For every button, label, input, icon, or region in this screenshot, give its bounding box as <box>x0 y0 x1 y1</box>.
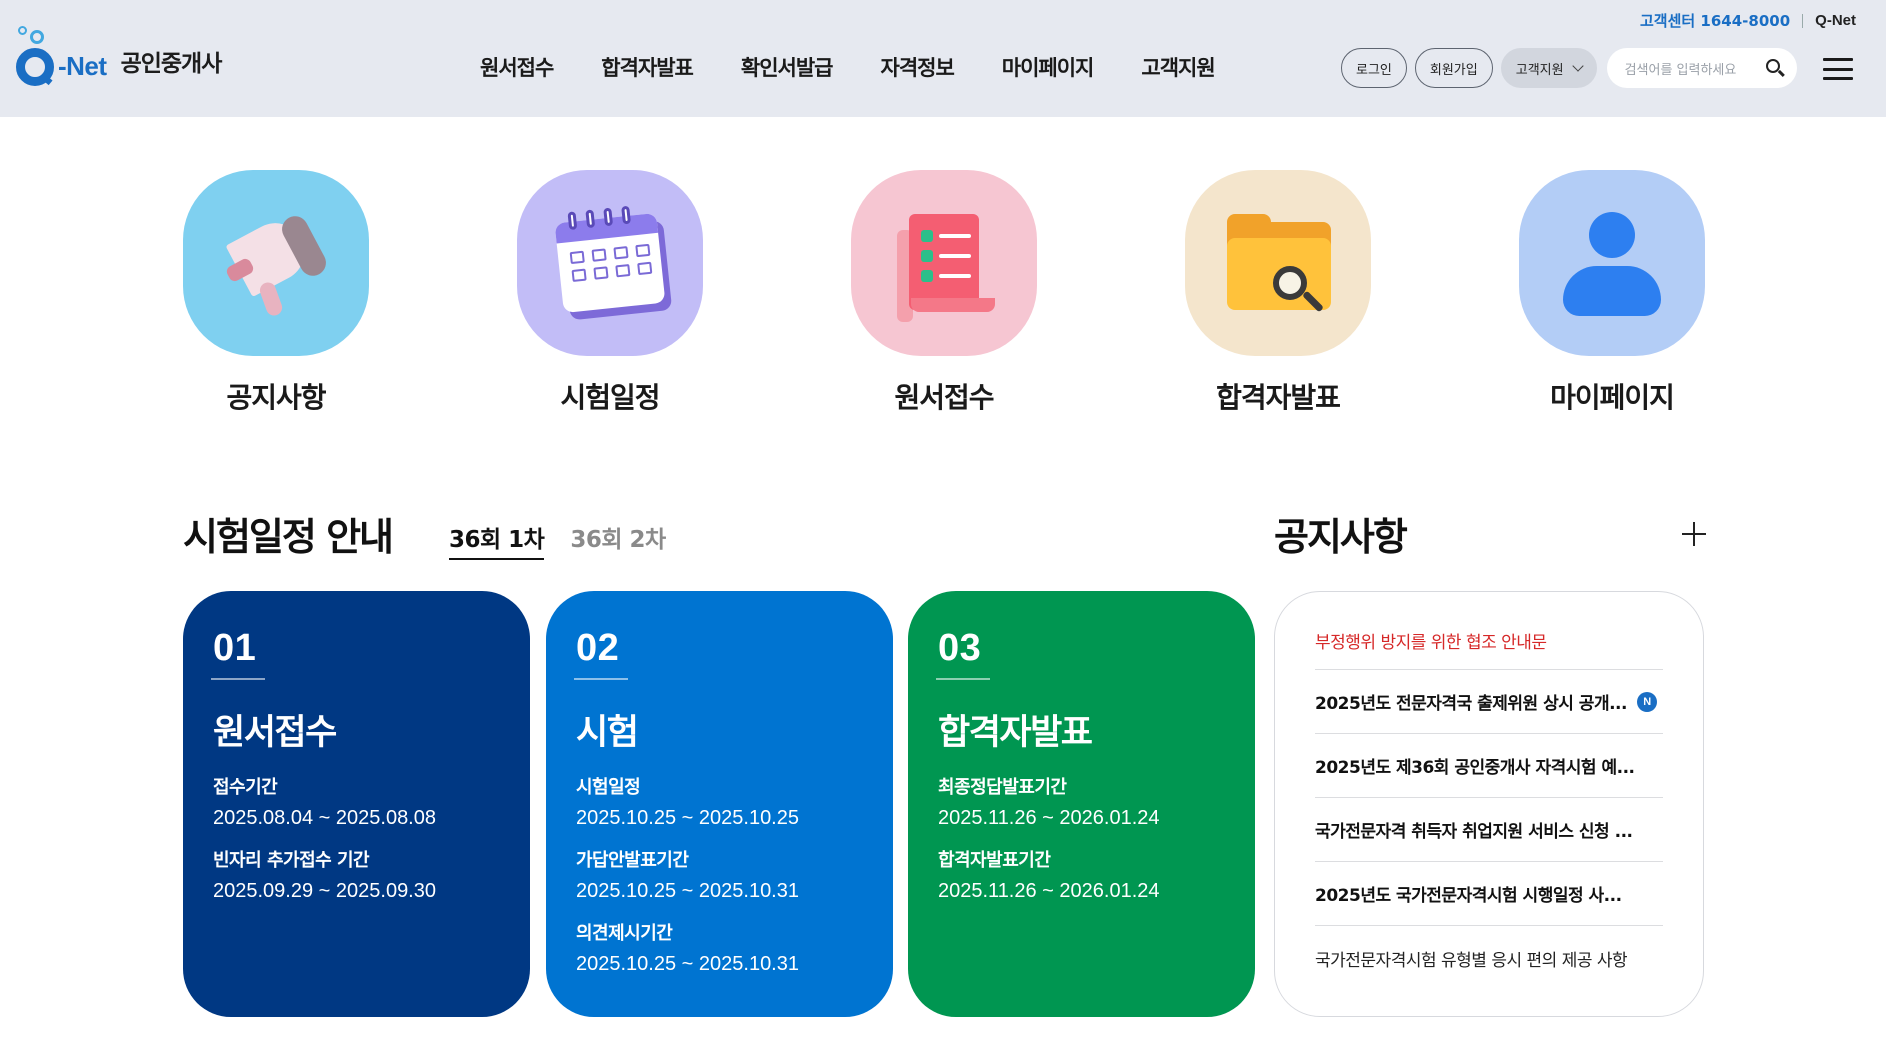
card-number: 02 <box>576 627 620 669</box>
card-period-date: 2025.10.25 ~ 2025.10.25 <box>576 806 799 829</box>
user-icon <box>1519 170 1705 356</box>
utility-bar: 로그인 회원가입 고객지원 검색어를 입력하세요 <box>1341 48 1797 88</box>
notice-item-text: 2025년도 제36회 공인중개사 자격시험 예... <box>1315 758 1635 778</box>
schedule-section-title: 시험일정 안내 <box>183 515 394 559</box>
card-period-date: 2025.09.29 ~ 2025.09.30 <box>213 879 436 902</box>
support-dropdown-label: 고객지원 <box>1515 62 1564 78</box>
notice-item-alert[interactable]: 부정행위 방지를 위한 협조 안내문 <box>1315 628 1663 670</box>
card-period-label: 최종정답발표기간 <box>938 776 1067 798</box>
list-item[interactable]: 2025년도 제36회 공인중개사 자격시험 예... <box>1315 734 1663 798</box>
nav-item-qualification-info[interactable]: 자격정보 <box>881 52 955 82</box>
utility-links: 고객센터 1644-8000 Q-Net <box>1640 10 1856 31</box>
card-period-date: 2025.08.04 ~ 2025.08.08 <box>213 806 436 829</box>
quick-item-label: 마이페이지 <box>1550 381 1675 414</box>
card-period-date: 2025.10.25 ~ 2025.10.31 <box>576 879 799 902</box>
chevron-down-icon <box>1571 60 1584 72</box>
nav-item-mypage[interactable]: 마이페이지 <box>1002 52 1095 82</box>
card-title: 합격자발표 <box>938 712 1093 753</box>
card-title: 시험 <box>576 712 639 753</box>
notice-item-text: 2025년도 국가전문자격시험 시행일정 사... <box>1315 886 1622 906</box>
search-icon[interactable] <box>1765 58 1785 78</box>
qnet-link[interactable]: Q-Net <box>1815 12 1856 29</box>
notice-item-text: 국가전문자격시험 유형별 응시 편의 제공 사항 <box>1315 950 1628 971</box>
schedule-card-results[interactable]: 03 합격자발표 최종정답발표기간 2025.11.26 ~ 2026.01.2… <box>908 591 1255 1017</box>
site-header: -Net 공인중개사 원서접수 합격자발표 확인서발급 자격정보 마이페이지 고… <box>0 0 1886 117</box>
quick-item-schedule[interactable]: 시험일정 <box>517 170 703 416</box>
schedule-card-application[interactable]: 01 원서접수 접수기간 2025.08.04 ~ 2025.08.08 빈자리… <box>183 591 530 1017</box>
schedule-card-exam[interactable]: 02 시험 시험일정 2025.10.25 ~ 2025.10.25 가답안발표… <box>546 591 893 1017</box>
site-title: 공인중개사 <box>120 51 223 77</box>
quick-item-application[interactable]: 원서접수 <box>851 170 1037 416</box>
card-period-label: 합격자발표기간 <box>938 849 1051 871</box>
quick-item-label: 시험일정 <box>560 381 660 414</box>
quick-item-label: 합격자발표 <box>1216 381 1341 414</box>
divider <box>211 678 265 680</box>
list-item[interactable]: 2025년도 국가전문자격시험 시행일정 사... <box>1315 862 1663 926</box>
list-item[interactable]: 국가전문자격 취득자 취업지원 서비스 신청 ... <box>1315 798 1663 862</box>
notice-section-title: 공지사항 <box>1274 515 1408 559</box>
document-icon <box>851 170 1037 356</box>
card-number: 01 <box>213 627 257 669</box>
schedule-tabs: 36회 1차 36회 2차 <box>449 520 692 560</box>
main-nav: 원서접수 합격자발표 확인서발급 자격정보 마이페이지 고객지원 <box>480 52 1263 82</box>
divider <box>936 678 990 680</box>
hamburger-menu-icon[interactable] <box>1823 58 1853 80</box>
nav-item-support[interactable]: 고객지원 <box>1141 52 1215 82</box>
new-badge: N <box>1636 691 1657 712</box>
card-period-label: 가답안발표기간 <box>576 849 689 871</box>
notice-item-text: 2025년도 전문자격국 출제위원 상시 공개... <box>1315 694 1627 714</box>
site-logo[interactable]: -Net 공인중개사 <box>14 26 223 86</box>
search-box[interactable]: 검색어를 입력하세요 <box>1606 48 1797 88</box>
support-dropdown[interactable]: 고객지원 <box>1500 48 1597 88</box>
customer-center-link[interactable]: 고객센터 1644-8000 <box>1640 10 1790 31</box>
quick-item-label: 공지사항 <box>226 381 326 414</box>
divider <box>574 678 628 680</box>
quick-item-results[interactable]: 합격자발표 <box>1185 170 1371 416</box>
calendar-icon <box>517 170 703 356</box>
login-button[interactable]: 로그인 <box>1341 48 1407 88</box>
megaphone-icon <box>183 170 369 356</box>
divider <box>1802 13 1804 28</box>
card-period-label: 의견제시기간 <box>576 922 673 944</box>
tab-round-1[interactable]: 36회 1차 <box>449 520 545 560</box>
logo-text: -Net <box>58 51 107 81</box>
card-period-label: 접수기간 <box>213 776 278 798</box>
card-number: 03 <box>938 627 982 669</box>
card-period-date: 2025.11.26 ~ 2026.01.24 <box>938 806 1160 829</box>
notice-list: 부정행위 방지를 위한 협조 안내문 2025년도 전문자격국 출제위원 상시 … <box>1274 591 1704 1017</box>
quick-item-label: 원서접수 <box>894 381 994 414</box>
notice-item-text: 국가전문자격 취득자 취업지원 서비스 신청 ... <box>1315 822 1633 842</box>
nav-item-certificate[interactable]: 확인서발급 <box>741 52 834 82</box>
quick-menu: 공지사항 시험일정 원서접수 합격자발표 마이페이지 <box>183 170 1705 420</box>
qnet-logo-icon <box>14 26 54 86</box>
card-title: 원서접수 <box>213 712 337 753</box>
tab-round-2[interactable]: 36회 2차 <box>570 520 666 560</box>
card-period-label: 시험일정 <box>576 776 641 798</box>
list-item[interactable]: 국가전문자격시험 유형별 응시 편의 제공 사항 <box>1315 926 1663 990</box>
nav-item-results[interactable]: 합격자발표 <box>601 52 694 82</box>
notice-item-text: 부정행위 방지를 위한 협조 안내문 <box>1315 633 1547 653</box>
search-input[interactable]: 검색어를 입력하세요 <box>1625 59 1765 78</box>
quick-item-mypage[interactable]: 마이페이지 <box>1519 170 1705 416</box>
folder-search-icon <box>1185 170 1371 356</box>
quick-item-notice[interactable]: 공지사항 <box>183 170 369 416</box>
card-period-label: 빈자리 추가접수 기간 <box>213 849 370 871</box>
list-item[interactable]: 2025년도 전문자격국 출제위원 상시 공개... N <box>1315 670 1663 734</box>
signup-button[interactable]: 회원가입 <box>1414 48 1493 88</box>
nav-item-application[interactable]: 원서접수 <box>480 52 554 82</box>
more-plus-icon[interactable] <box>1682 522 1706 546</box>
card-period-date: 2025.10.25 ~ 2025.10.31 <box>576 952 799 975</box>
card-period-date: 2025.11.26 ~ 2026.01.24 <box>938 879 1160 902</box>
